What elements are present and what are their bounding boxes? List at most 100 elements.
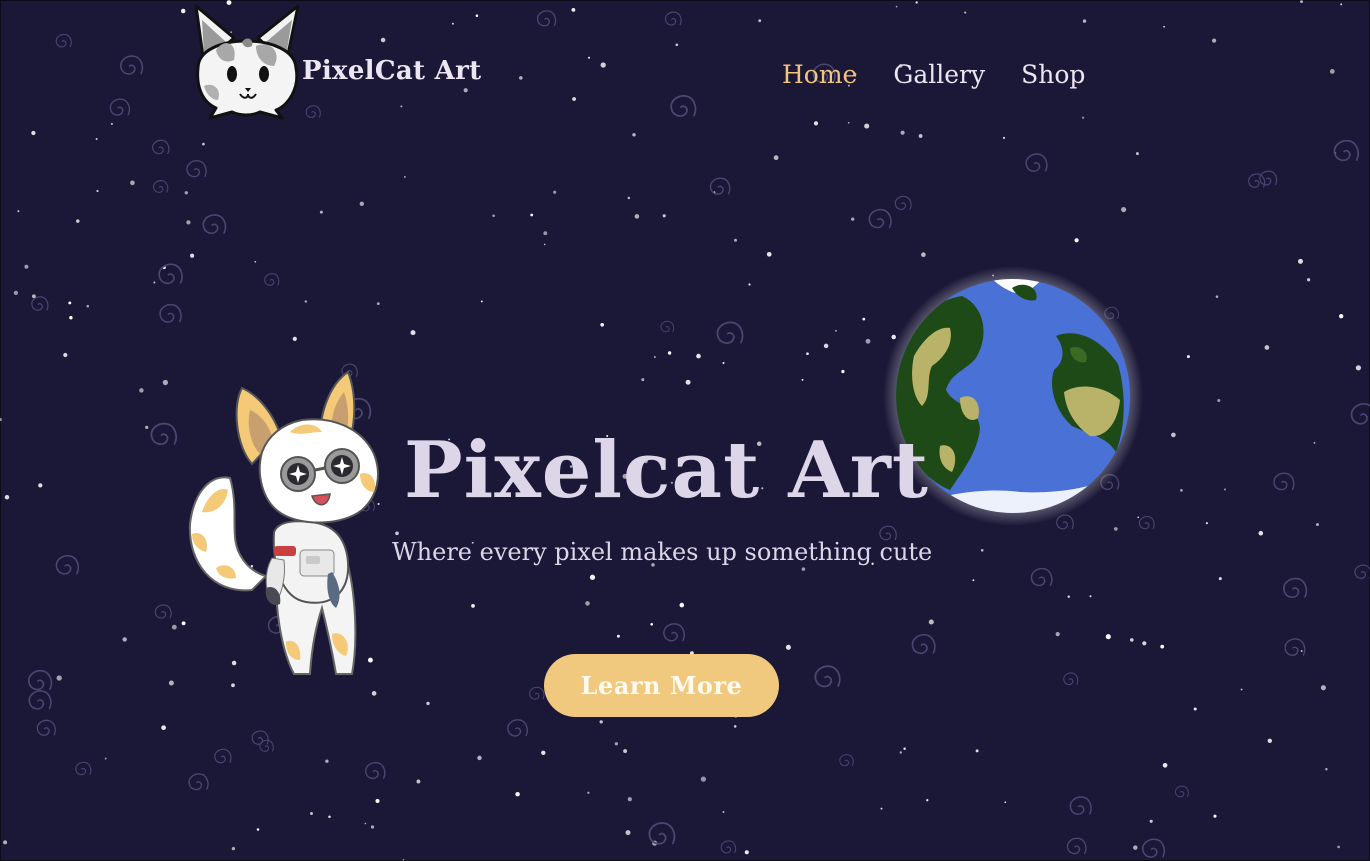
swirl-decoration	[660, 320, 675, 333]
star	[404, 176, 406, 178]
astronaut-cat-mascot-image	[188, 370, 379, 675]
star	[667, 351, 672, 355]
star	[1135, 152, 1139, 156]
star	[328, 815, 331, 819]
star	[641, 378, 645, 382]
star	[766, 251, 772, 257]
star	[1224, 488, 1226, 491]
star	[254, 260, 257, 263]
star	[1355, 365, 1362, 371]
star	[161, 725, 166, 731]
star	[572, 97, 576, 101]
pixelcat-logo-icon[interactable]	[190, 2, 304, 122]
swirl-decoration	[154, 604, 172, 619]
star	[801, 567, 806, 571]
swirl-decoration	[305, 105, 321, 118]
star	[104, 757, 107, 760]
star	[162, 379, 169, 386]
star	[1082, 19, 1087, 23]
swirl-decoration	[251, 730, 269, 745]
hero-subtitle: Where every pixel makes up something cut…	[392, 538, 933, 566]
star	[600, 62, 606, 68]
swirl-decoration	[1350, 403, 1370, 425]
star	[1002, 136, 1006, 139]
star	[1339, 314, 1344, 319]
swirl-decoration	[36, 719, 56, 736]
star	[96, 189, 99, 193]
swirl-decoration	[27, 669, 53, 691]
hero-title: Pixelcat Art	[404, 425, 929, 516]
swirl-decoration	[720, 840, 737, 854]
swirl-decoration	[1259, 170, 1278, 186]
star	[416, 779, 421, 784]
brand-name[interactable]: PixelCat Art	[302, 56, 481, 86]
star	[190, 253, 195, 258]
star	[492, 214, 495, 218]
star	[864, 123, 870, 129]
star	[650, 622, 654, 626]
star	[823, 343, 829, 349]
star	[915, 1, 918, 4]
nav-shop[interactable]: Shop	[1021, 60, 1085, 89]
star	[1160, 644, 1165, 649]
star	[900, 130, 905, 135]
star	[700, 776, 707, 782]
nav-home[interactable]: Home	[782, 60, 857, 89]
star	[862, 317, 866, 321]
star	[451, 22, 454, 25]
star	[1162, 762, 1168, 768]
swirl-decoration	[365, 761, 386, 780]
swirl-decoration	[664, 11, 682, 26]
swirl-decoration	[1030, 567, 1053, 587]
star	[1329, 69, 1335, 74]
learn-more-button[interactable]: Learn More	[544, 654, 779, 717]
star	[359, 201, 365, 207]
star	[1215, 295, 1219, 298]
star	[202, 142, 205, 146]
star	[627, 797, 632, 802]
star	[903, 747, 906, 750]
star	[122, 637, 127, 642]
star	[1121, 207, 1127, 213]
star	[801, 378, 804, 381]
star	[685, 379, 691, 385]
star	[463, 88, 468, 93]
star	[426, 701, 430, 706]
swirl-decoration	[507, 719, 528, 737]
swirl-decoration	[259, 739, 274, 752]
star	[1163, 25, 1165, 28]
swirl-decoration	[911, 634, 936, 655]
star	[364, 822, 367, 825]
star	[1213, 814, 1217, 818]
star	[515, 791, 520, 797]
star	[1193, 707, 1197, 711]
star	[110, 122, 113, 125]
star	[1205, 522, 1208, 525]
star	[1186, 355, 1190, 359]
star	[304, 300, 307, 303]
star	[68, 301, 72, 305]
star	[231, 846, 236, 851]
star	[785, 644, 791, 650]
star	[1240, 688, 1243, 691]
star	[0, 417, 2, 422]
star	[654, 356, 656, 358]
star	[530, 213, 534, 217]
nav-gallery[interactable]: Gallery	[893, 60, 985, 89]
star	[616, 634, 620, 638]
star	[1004, 801, 1007, 804]
star	[722, 361, 725, 365]
star	[627, 196, 631, 200]
star	[748, 283, 751, 286]
swirl-decoration	[536, 10, 557, 27]
star	[734, 238, 737, 242]
star	[588, 56, 590, 59]
star	[292, 336, 297, 341]
swirl-decoration	[1284, 638, 1306, 656]
star	[553, 190, 557, 194]
swirl-decoration	[55, 555, 80, 575]
star	[841, 369, 845, 374]
swirl-decoration	[28, 690, 52, 710]
main-navigation: Home Gallery Shop	[782, 60, 1085, 89]
star	[69, 316, 73, 320]
